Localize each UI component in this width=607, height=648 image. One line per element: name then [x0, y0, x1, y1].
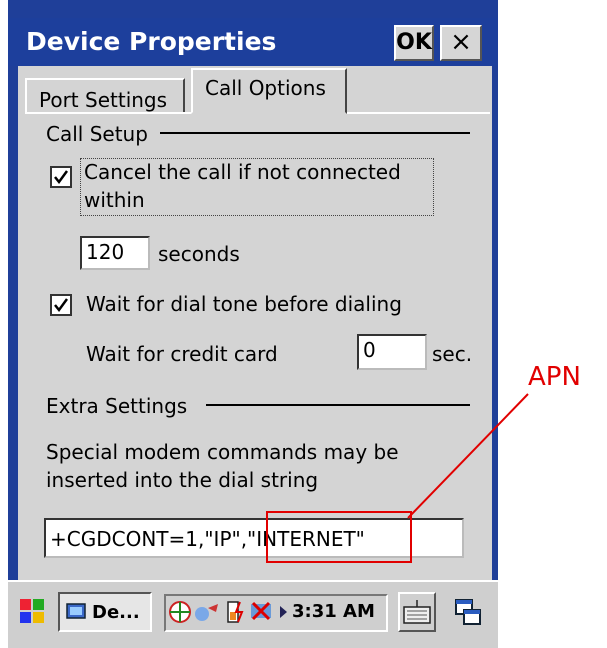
- checkmark-icon: [54, 170, 69, 185]
- battery-icon[interactable]: [222, 598, 246, 628]
- credit-card-label: Wait for credit card: [86, 342, 278, 366]
- extra-settings-heading: Extra Settings: [46, 394, 188, 418]
- tray-arrow-icon[interactable]: [280, 606, 287, 618]
- checkmark-icon: [54, 298, 69, 313]
- taskbar-task-label: De...: [92, 602, 140, 623]
- cancel-call-label-line1[interactable]: Cancel the call if not connected: [84, 160, 401, 184]
- extra-description-line2: inserted into the dial string: [46, 468, 319, 492]
- call-setup-heading: Call Setup: [46, 122, 148, 146]
- apn-pointer-line: [407, 393, 529, 519]
- call-setup-divider: [160, 132, 470, 134]
- close-button[interactable]: ×: [440, 25, 482, 61]
- clock[interactable]: 3:31 AM: [292, 601, 375, 622]
- device-properties-icon: [66, 603, 86, 619]
- ok-button[interactable]: OK: [394, 25, 434, 61]
- credit-card-input[interactable]: 0: [357, 334, 427, 370]
- connectivity-icon[interactable]: [194, 600, 220, 628]
- apn-annotation-label: APN: [528, 362, 581, 392]
- seconds-input[interactable]: 120: [80, 236, 150, 270]
- tab-call-options[interactable]: Call Options: [191, 68, 347, 114]
- seconds-label: seconds: [158, 242, 240, 266]
- sync-disconnected-icon[interactable]: [248, 598, 274, 628]
- start-windows-icon[interactable]: [18, 597, 46, 629]
- network-globe-icon[interactable]: [168, 600, 192, 628]
- apn-highlight-box: [266, 511, 412, 563]
- tab-port-settings[interactable]: Port Settings: [25, 78, 185, 114]
- switch-windows-icon[interactable]: [454, 598, 482, 630]
- extra-description-line1: Special modem commands may be: [46, 440, 399, 464]
- taskbar-task-button[interactable]: De...: [58, 592, 152, 632]
- keyboard-button[interactable]: [398, 592, 436, 632]
- cancel-call-label-line2[interactable]: within: [84, 188, 145, 212]
- keyboard-icon: [403, 600, 431, 624]
- sec-label: sec.: [432, 342, 473, 366]
- wait-dial-tone-label[interactable]: Wait for dial tone before dialing: [86, 292, 402, 316]
- window-title: Device Properties: [26, 27, 277, 56]
- cancel-call-checkbox[interactable]: [50, 166, 72, 188]
- wait-dial-tone-checkbox[interactable]: [50, 294, 72, 316]
